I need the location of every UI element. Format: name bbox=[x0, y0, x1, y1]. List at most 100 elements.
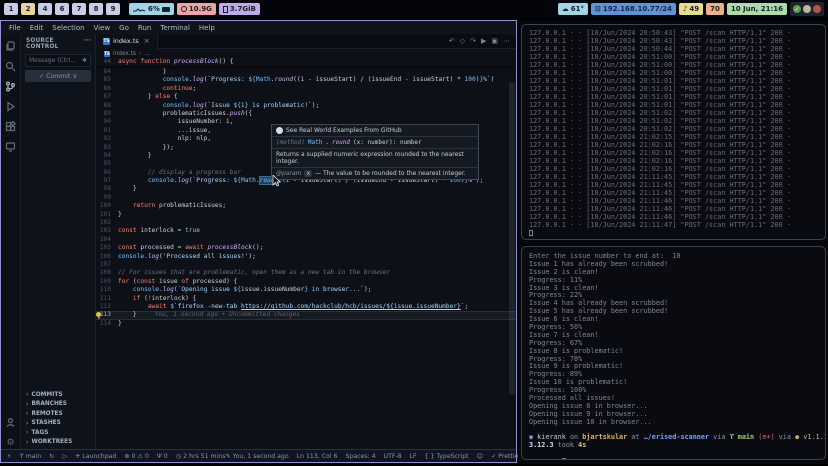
code-line-88[interactable]: 88 console.log(`Issue ${i} is problemati… bbox=[96, 102, 516, 110]
editor-action-icon-4[interactable]: ▣ bbox=[491, 37, 498, 45]
code-line-105[interactable]: 105const processed = await processBlock(… bbox=[96, 244, 516, 252]
language-mode[interactable]: { }TypeScript bbox=[425, 453, 469, 460]
shell-input-line[interactable]: → bbox=[529, 450, 825, 458]
menu-terminal[interactable]: Terminal bbox=[160, 24, 190, 32]
server-log-line: 127.0.0.1 - - [10/Jun/2024 20:50:43] "PO… bbox=[529, 29, 825, 37]
code-line-89[interactable]: 89 problematicIssues.push({ bbox=[96, 110, 516, 118]
editor-action-icon-2[interactable]: ↷ bbox=[470, 37, 476, 45]
commit-dropdown-chevron[interactable]: ∨ bbox=[72, 73, 77, 80]
timer-indicator[interactable]: ◷2 hrs 51 mins bbox=[176, 453, 226, 460]
search-icon[interactable] bbox=[4, 60, 17, 73]
commit-message-input[interactable]: Message (Ctrl... ✱ bbox=[25, 54, 91, 67]
remote-explorer-icon[interactable] bbox=[4, 140, 17, 153]
account-icon[interactable] bbox=[4, 416, 17, 429]
remote-indicator[interactable]: ⚡ bbox=[7, 453, 11, 460]
code-line-99[interactable]: 99 bbox=[96, 194, 516, 202]
more-actions-icon[interactable]: ··· bbox=[84, 38, 91, 50]
code-line-104[interactable]: 104 bbox=[96, 236, 516, 244]
extensions-icon[interactable] bbox=[4, 120, 17, 133]
scm-section-stashes[interactable]: ›STASHES bbox=[21, 419, 95, 429]
breadcrumb[interactable]: TS index.ts › … bbox=[96, 49, 516, 58]
tab-index-ts[interactable]: TS index.ts × bbox=[96, 34, 158, 49]
menu-edit[interactable]: Edit bbox=[30, 24, 44, 32]
source-control-icon[interactable] bbox=[4, 80, 17, 93]
indentation-status[interactable]: Spaces: 4 bbox=[345, 453, 375, 460]
cpu-value: 6% bbox=[148, 5, 160, 13]
formatter-status[interactable]: ✓Prettier bbox=[491, 453, 521, 460]
code-line-109[interactable]: 109for (const issue of processed) { bbox=[96, 278, 516, 286]
blame-status[interactable]: ✎You, 1 second ago bbox=[225, 453, 288, 460]
workspace-button-8[interactable]: 8 bbox=[89, 3, 103, 15]
code-line-106[interactable]: 106console.log('Processed all issues!'); bbox=[96, 253, 516, 261]
code-line-101[interactable]: 101} bbox=[96, 211, 516, 219]
cursor-position[interactable]: Ln 113, Col 6 bbox=[297, 453, 338, 460]
code-area[interactable]: 44async function processBlock() { 84 }85… bbox=[96, 58, 516, 449]
scm-section-worktrees[interactable]: ›WORKTREES bbox=[21, 438, 95, 448]
scm-section-branches[interactable]: ›BRANCHES bbox=[21, 400, 95, 410]
settings-gear-icon[interactable]: ⚙ bbox=[4, 436, 17, 449]
terminal-pane-server-log[interactable]: 127.0.0.1 - - [10/Jun/2024 20:50:43] "PO… bbox=[521, 24, 826, 240]
code-line-100[interactable]: 100 return problematicIssues; bbox=[96, 202, 516, 210]
code-line-103[interactable]: 103const interlock = true bbox=[96, 227, 516, 235]
run-debug-icon[interactable] bbox=[4, 100, 17, 113]
workspace-button-7[interactable]: 7 bbox=[72, 3, 86, 15]
code-line-111[interactable]: 111 if (!interlock) { bbox=[96, 295, 516, 303]
editor-scrollbar[interactable] bbox=[509, 82, 515, 394]
code-line-102[interactable]: 102 bbox=[96, 219, 516, 227]
server-log-line: 127.0.0.1 - - [10/Jun/2024 21:11:46] "PO… bbox=[529, 213, 825, 221]
code-line-85[interactable]: 85 console.log(`Progress: ${Math.round((… bbox=[96, 76, 516, 84]
sparkle-icon[interactable]: ✱ bbox=[82, 57, 87, 64]
code-line-113[interactable]: 113 }You, 1 second ago • Uncommitted cha… bbox=[96, 311, 516, 319]
terminal-pane-scanner[interactable]: Enter the issue number to end at: 10Issu… bbox=[521, 246, 826, 460]
editor-action-icon-5[interactable]: ⋯ bbox=[503, 37, 510, 45]
launchpad-button[interactable]: ✈Launchpad bbox=[75, 453, 116, 460]
tray-icon-2[interactable] bbox=[813, 5, 821, 13]
eol-status[interactable]: LF bbox=[410, 453, 417, 460]
code-line-114[interactable]: 114} bbox=[96, 320, 516, 328]
menu-run[interactable]: Run bbox=[138, 24, 151, 32]
workspace-button-2[interactable]: 2 bbox=[21, 3, 35, 15]
git-branch-indicator[interactable]: ϒmain bbox=[19, 453, 41, 460]
menu-selection[interactable]: Selection bbox=[52, 24, 84, 32]
sticky-line-44[interactable]: 44async function processBlock() { bbox=[96, 58, 516, 66]
tooltip-github-link[interactable]: See Real World Examples From GitHub bbox=[272, 125, 478, 137]
scm-section-remotes[interactable]: ›REMOTES bbox=[21, 409, 95, 419]
commit-button[interactable]: ✓ Commit ∨ bbox=[25, 70, 91, 82]
sticky-scroll-line[interactable]: 44async function processBlock() { bbox=[96, 58, 516, 66]
workspace-button-6[interactable]: 6 bbox=[55, 3, 69, 15]
tray-icon-1[interactable] bbox=[803, 5, 811, 13]
workspace-button-1[interactable]: 1 bbox=[4, 3, 18, 15]
editor-action-icon-0[interactable]: ↶ bbox=[449, 37, 455, 45]
feedback-smiley[interactable]: ☺ bbox=[477, 453, 483, 460]
server-log-line: 127.0.0.1 - - [10/Jun/2024 21:02:16] "PO… bbox=[529, 165, 825, 173]
sync-button[interactable]: ↻ bbox=[49, 453, 54, 460]
workspace-button-9[interactable]: 9 bbox=[106, 3, 120, 15]
scm-section-commits[interactable]: ›COMMITS bbox=[21, 390, 95, 400]
code-line-86[interactable]: 86 continue; bbox=[96, 85, 516, 93]
scm-section-tags[interactable]: ›TAGS bbox=[21, 428, 95, 438]
menu-view[interactable]: View bbox=[94, 24, 111, 32]
tooltip-link-label[interactable]: See Real World Examples From GitHub bbox=[286, 127, 402, 134]
tab-close-icon[interactable]: × bbox=[144, 37, 150, 45]
menu-file[interactable]: File bbox=[9, 24, 21, 32]
code-line-108[interactable]: 108// For issues that are problematic, o… bbox=[96, 269, 516, 277]
editor-action-icon-3[interactable]: ▶ bbox=[481, 37, 486, 45]
memory-widget: 10.9G bbox=[177, 3, 216, 15]
encoding-status[interactable]: UTF-8 bbox=[384, 453, 402, 460]
server-log-line: 127.0.0.1 - - [10/Jun/2024 21:11:47] "PO… bbox=[529, 221, 825, 229]
editor-action-icon-1[interactable]: ◇ bbox=[460, 37, 465, 45]
code-line-98[interactable]: 98 } bbox=[96, 185, 516, 193]
breadcrumb-more[interactable]: … bbox=[144, 51, 150, 57]
workspace-button-4[interactable]: 4 bbox=[38, 3, 52, 15]
explorer-icon[interactable] bbox=[4, 40, 17, 53]
run-button[interactable]: ▷ bbox=[62, 453, 67, 460]
ports-indicator[interactable]: Ψ0 bbox=[157, 453, 168, 460]
code-line-110[interactable]: 110 console.log(`Opening issue ${issue.i… bbox=[96, 286, 516, 294]
breadcrumb-file[interactable]: index.ts bbox=[113, 51, 136, 57]
tray-icon-0[interactable]: ✓ bbox=[793, 5, 801, 13]
code-line-87[interactable]: 87 } else { bbox=[96, 93, 516, 101]
menu-go[interactable]: Go bbox=[119, 24, 129, 32]
menu-help[interactable]: Help bbox=[199, 24, 215, 32]
server-log-line: 127.0.0.1 - - [10/Jun/2024 20:51:00] "PO… bbox=[529, 61, 825, 69]
problems-indicator[interactable]: ⊗ 0 ⚠0 bbox=[124, 453, 149, 460]
